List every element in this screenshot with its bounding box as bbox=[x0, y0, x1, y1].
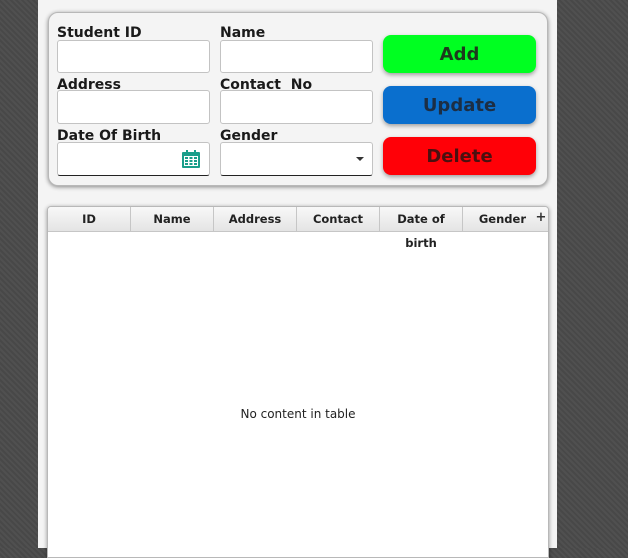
name-label: Name bbox=[220, 25, 266, 41]
calendar-icon[interactable] bbox=[173, 143, 209, 175]
table-placeholder: No content in table bbox=[240, 407, 356, 421]
column-header-contact[interactable]: Contact bbox=[297, 207, 380, 231]
name-field[interactable] bbox=[220, 40, 373, 73]
plus-icon[interactable]: + bbox=[534, 207, 548, 231]
column-header-address[interactable]: Address bbox=[214, 207, 297, 231]
student-id-label: Student ID bbox=[57, 25, 142, 41]
address-field[interactable] bbox=[57, 90, 210, 124]
students-table[interactable]: ID Name Address Contact Date of birth Ge… bbox=[47, 206, 549, 558]
column-header-date-of-birth[interactable]: Date of birth bbox=[380, 207, 463, 250]
date-of-birth-picker[interactable] bbox=[57, 142, 210, 176]
column-header-name[interactable]: Name bbox=[131, 207, 214, 231]
gender-combobox[interactable] bbox=[220, 142, 373, 176]
add-button[interactable]: Add bbox=[383, 35, 536, 73]
chevron-down-icon[interactable] bbox=[356, 157, 364, 161]
delete-button[interactable]: Delete bbox=[383, 137, 536, 175]
table-header: ID Name Address Contact Date of birth Ge… bbox=[48, 207, 548, 250]
contact-no-field[interactable] bbox=[220, 90, 373, 124]
update-button[interactable]: Update bbox=[383, 86, 536, 124]
student-id-field[interactable] bbox=[57, 40, 210, 73]
column-header-id[interactable]: ID bbox=[48, 207, 131, 231]
column-header-gender[interactable]: Gender bbox=[463, 207, 534, 231]
